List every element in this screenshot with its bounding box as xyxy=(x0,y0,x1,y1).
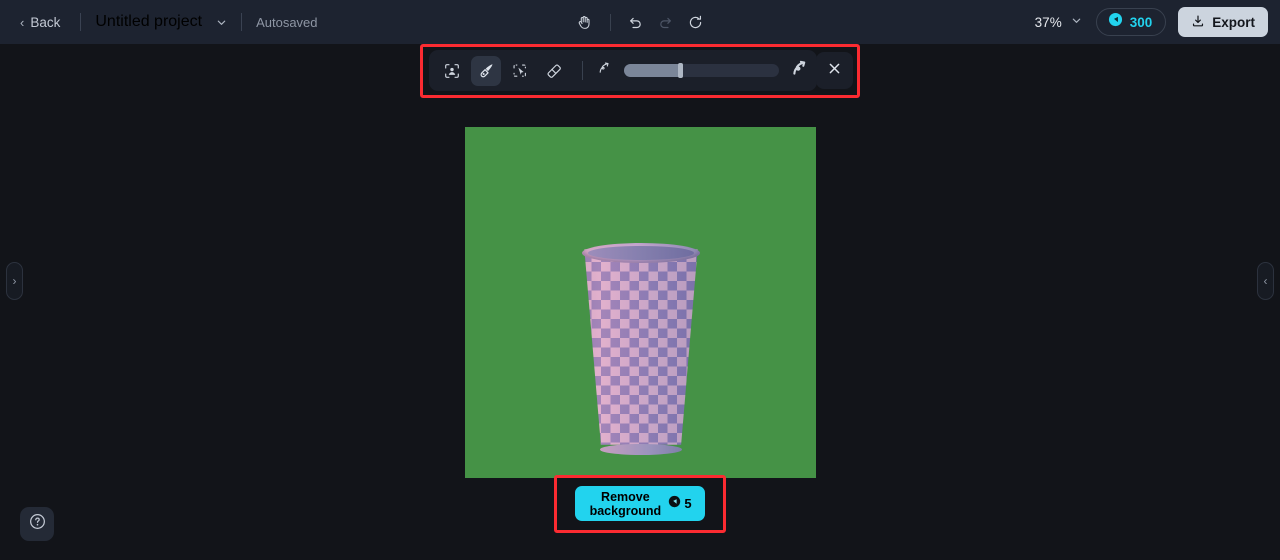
credit-coin-icon xyxy=(1108,12,1123,32)
header-left-group: ‹ Back Untitled project Autosaved xyxy=(0,0,318,44)
edit-toolbar xyxy=(429,50,817,91)
credit-coin-icon xyxy=(668,495,681,513)
left-panel-toggle[interactable]: › xyxy=(6,262,23,300)
export-button[interactable]: Export xyxy=(1178,7,1268,37)
canvas-image[interactable] xyxy=(465,127,816,478)
zoom-chevron-down-icon xyxy=(1071,15,1082,29)
brush-size-large-icon xyxy=(790,59,809,83)
remove-background-label-line2: background xyxy=(589,503,662,518)
redo-button[interactable] xyxy=(651,7,681,37)
magic-select-tool[interactable] xyxy=(505,56,535,86)
back-button[interactable]: ‹ Back xyxy=(14,11,66,34)
eraser-tool[interactable] xyxy=(539,56,569,86)
header-center-divider xyxy=(609,13,611,31)
zoom-control[interactable]: 37% xyxy=(1033,11,1084,34)
select-subject-tool[interactable] xyxy=(437,56,467,86)
cup-subject xyxy=(582,243,700,455)
remove-background-label-line1: Remove xyxy=(601,489,650,504)
slider-handle[interactable] xyxy=(678,63,683,78)
right-panel-toggle[interactable]: ‹ xyxy=(1257,262,1274,300)
zoom-level-label: 37% xyxy=(1034,14,1062,30)
brush-tool[interactable] xyxy=(471,55,501,86)
chevron-left-icon: ‹ xyxy=(20,14,25,30)
chevron-right-icon: › xyxy=(12,274,17,288)
brush-size-small-icon xyxy=(596,60,613,82)
credits-value: 300 xyxy=(1129,14,1153,30)
header-divider-2 xyxy=(241,13,243,31)
close-toolbar-button[interactable] xyxy=(816,52,853,89)
export-label: Export xyxy=(1212,14,1255,30)
header-right-group: 37% 300 Export xyxy=(1033,0,1268,44)
remove-background-cost-value: 5 xyxy=(684,496,692,511)
credits-badge[interactable]: 300 xyxy=(1095,8,1167,36)
toolbar-divider xyxy=(582,61,583,80)
reset-refresh-button[interactable] xyxy=(681,7,711,37)
help-button[interactable] xyxy=(20,507,54,541)
close-icon xyxy=(827,61,842,81)
download-icon xyxy=(1191,14,1205,31)
hand-tool-button[interactable] xyxy=(570,7,600,37)
app-header: ‹ Back Untitled project Autosaved 37% 30… xyxy=(0,0,1280,44)
undo-button[interactable] xyxy=(621,7,651,37)
question-mark-circle-icon xyxy=(28,512,47,536)
brush-size-control xyxy=(596,59,809,83)
editor-app: ‹ Back Untitled project Autosaved 37% 30… xyxy=(0,0,1280,560)
slider-fill xyxy=(624,64,681,77)
remove-background-label: Remove background xyxy=(588,490,662,518)
cup-body xyxy=(584,249,698,445)
cup-rim-inner xyxy=(588,246,694,260)
project-title: Untitled project xyxy=(95,13,203,30)
chevron-left-icon: ‹ xyxy=(1263,274,1268,288)
autosaved-status: Autosaved xyxy=(256,14,318,30)
header-divider-1 xyxy=(80,13,82,31)
brush-size-slider[interactable] xyxy=(624,63,779,78)
project-menu-chevron-down-icon[interactable] xyxy=(216,17,227,28)
remove-background-cost: 5 xyxy=(668,495,692,513)
cup-base xyxy=(600,444,682,455)
remove-background-button[interactable]: Remove background 5 xyxy=(575,486,705,521)
back-label: Back xyxy=(30,14,61,30)
